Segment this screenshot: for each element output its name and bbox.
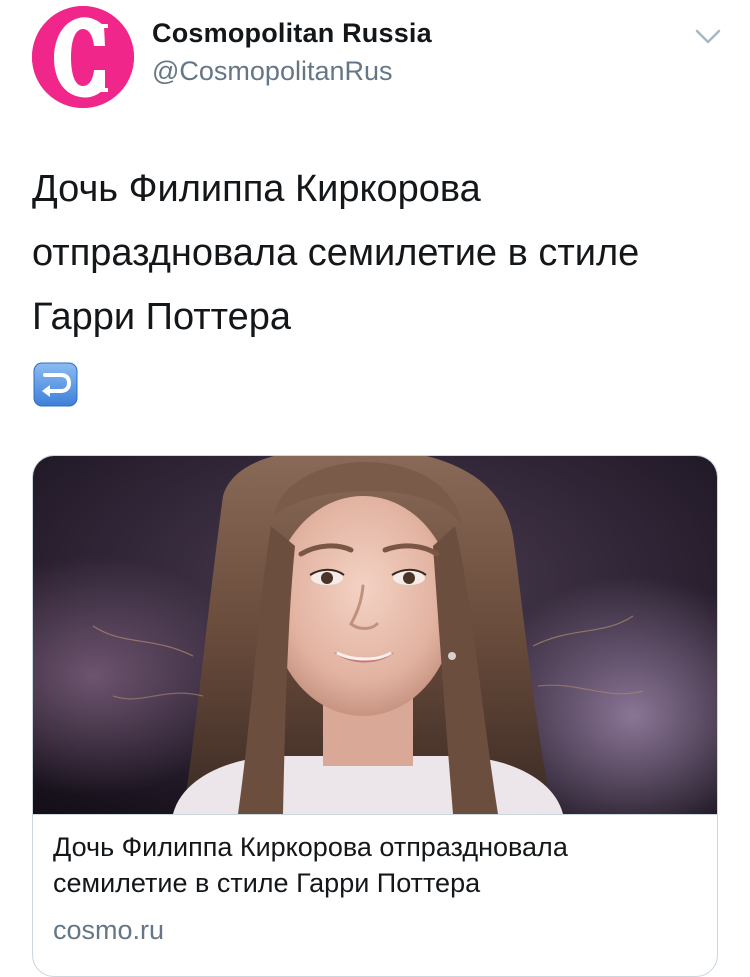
card-title-line: Дочь Филиппа Киркорова отпраздновала <box>53 832 568 862</box>
card-title[interactable]: Дочь Филиппа Киркорова отпраздновала сем… <box>53 829 693 901</box>
tweet-text-line: отпраздновала семилетие в стиле <box>32 232 640 274</box>
tweet-text: Дочь Филиппа Киркорова отпраздновала сем… <box>32 157 722 349</box>
card-domain: cosmo.ru <box>53 915 165 945</box>
photo-of-girl <box>33 456 717 814</box>
card-body[interactable]: Дочь Филиппа Киркорова отпраздновала сем… <box>33 814 717 945</box>
right-arrow-curving-left-icon <box>33 362 78 407</box>
chevron-down-icon[interactable] <box>690 22 726 52</box>
tweet: Cosmopolitan Russia @CosmopolitanRus Доч… <box>0 0 750 977</box>
card-image[interactable] <box>33 456 717 814</box>
card-title-line: семилетие в стиле Гарри Поттера <box>53 868 481 898</box>
tweet-text-line: Дочь Филиппа Киркорова <box>32 168 481 210</box>
link-card[interactable]: Дочь Филиппа Киркорова отпраздновала сем… <box>32 455 718 977</box>
avatar[interactable] <box>32 6 134 108</box>
author-display-name[interactable]: Cosmopolitan Russia <box>152 18 432 49</box>
cosmopolitan-logo-icon <box>32 6 134 108</box>
author-handle[interactable]: @CosmopolitanRus <box>152 56 393 87</box>
tweet-text-line: Гарри Поттера <box>32 296 292 338</box>
